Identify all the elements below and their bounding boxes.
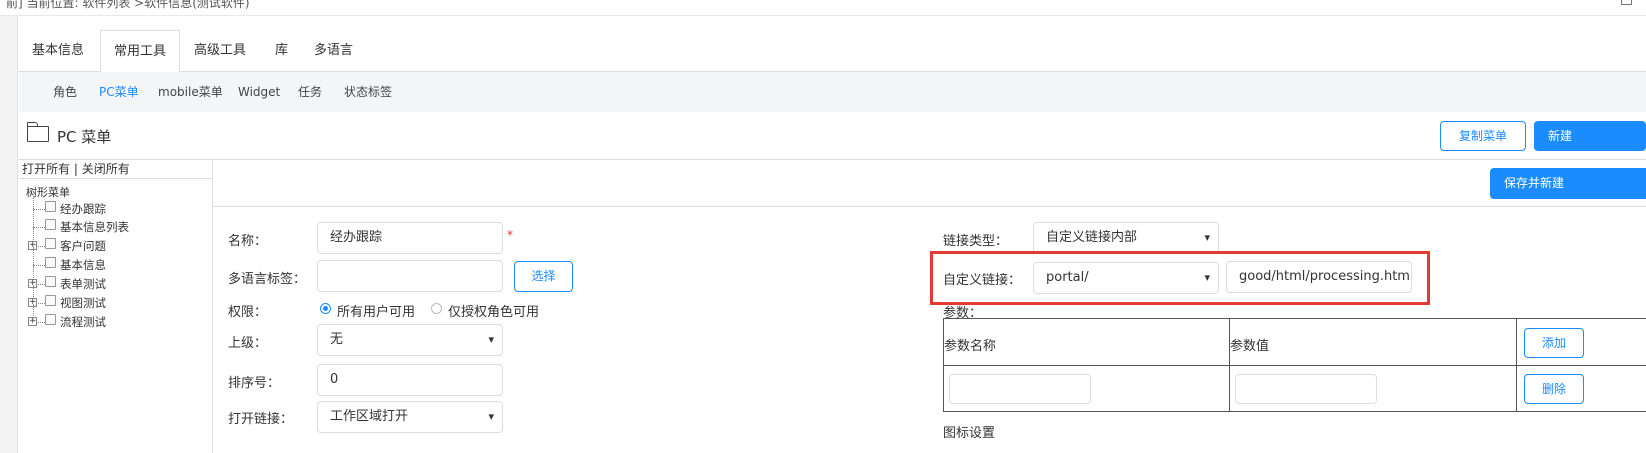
tree-item-label: 表单测试 — [60, 277, 106, 291]
tree-checkbox[interactable] — [45, 238, 56, 249]
tree-connector — [33, 191, 34, 209]
close-all-link[interactable]: 关闭所有 — [82, 162, 130, 176]
open-link-select[interactable]: 工作区域打开 — [317, 401, 503, 433]
tree-item-label: 流程测试 — [60, 315, 106, 329]
open-all-link[interactable]: 打开所有 — [22, 162, 70, 176]
tab-library[interactable]: 库 — [262, 30, 301, 72]
new-menu-button[interactable]: 新建 — [1534, 121, 1646, 151]
page-title: PC 菜单 — [57, 128, 112, 146]
tree-checkbox[interactable] — [45, 295, 56, 306]
parent-select[interactable]: 无 — [317, 324, 503, 356]
tab-basic-info[interactable]: 基本信息 — [19, 30, 97, 72]
save-and-new-button[interactable]: 保存并新建 — [1490, 168, 1646, 199]
radio-all-users-label[interactable]: 所有用户可用 — [337, 301, 415, 320]
tree-item[interactable]: 基本信息列表 — [19, 209, 212, 236]
subtab-widget[interactable]: Widget — [238, 72, 280, 112]
menu-form: 保存并新建 名称： 经办跟踪 * 多语言标签： 选择 权限： 所有用户可用 仅授… — [213, 160, 1646, 453]
param-name-header: 参数名称 — [944, 339, 997, 354]
tree-item[interactable]: 经办跟踪 — [19, 191, 212, 218]
left-gutter — [0, 16, 18, 453]
copy-menu-button[interactable]: 复制菜单 — [1440, 121, 1526, 151]
link-type-select[interactable]: 自定义链接内部 — [1033, 222, 1219, 254]
tree-item-label: 基本信息 — [60, 258, 106, 272]
order-label: 排序号： — [228, 376, 281, 391]
parent-label: 上级： — [228, 336, 268, 351]
tree-checkbox[interactable] — [45, 201, 56, 212]
params-table: 参数名称 参数值 添加 删除 — [943, 318, 1646, 412]
param-value-input[interactable] — [1235, 374, 1377, 404]
tree-item-label: 经办跟踪 — [60, 202, 106, 216]
subtab-tasks[interactable]: 任务 — [298, 72, 322, 112]
expand-icon[interactable]: + — [28, 317, 37, 326]
radio-authorized-roles[interactable] — [431, 303, 442, 314]
subtab-mobile-menu[interactable]: mobile菜单 — [158, 72, 223, 112]
delete-param-button[interactable]: 删除 — [1524, 374, 1584, 404]
page-header: PC 菜单 复制菜单 新建 — [19, 112, 1646, 160]
restore-icon[interactable] — [1621, 0, 1632, 5]
tab-multi-language[interactable]: 多语言 — [301, 30, 366, 72]
sub-tabs: 角色 PC菜单 mobile菜单 Widget 任务 状态标签 — [19, 72, 1646, 112]
folder-icon — [26, 122, 49, 142]
tree-checkbox[interactable] — [45, 219, 56, 230]
menu-tree-panel: 打开所有 | 关闭所有 树形菜单 经办跟踪 基本信息列表 + 客户问题 基本信息… — [19, 160, 213, 453]
i18n-input[interactable] — [317, 260, 503, 292]
name-input[interactable]: 经办跟踪 — [317, 222, 503, 254]
open-link-label: 打开链接： — [228, 412, 294, 427]
tree-item[interactable]: + 流程测试 — [19, 304, 212, 331]
tree-toolbar: 打开所有 | 关闭所有 — [19, 160, 212, 179]
tree-checkbox[interactable] — [45, 257, 56, 268]
tree-item-label: 客户问题 — [60, 239, 106, 253]
tree-connector — [33, 247, 34, 265]
main-tabs: 基本信息 常用工具 高级工具 库 多语言 — [19, 30, 1646, 73]
radio-authorized-roles-label[interactable]: 仅授权角色可用 — [448, 301, 539, 320]
subtab-status-labels[interactable]: 状态标签 — [344, 72, 392, 112]
required-mark: * — [507, 228, 513, 242]
tree-item-label: 视图测试 — [60, 296, 106, 310]
tree-item[interactable]: 基本信息 — [19, 247, 212, 274]
custom-link-prefix-select[interactable]: portal/ — [1033, 262, 1219, 294]
tab-advanced-tools[interactable]: 高级工具 — [181, 30, 259, 72]
tree-checkbox[interactable] — [45, 276, 56, 287]
custom-link-path-input[interactable]: good/html/processing.html — [1226, 261, 1412, 293]
order-input[interactable]: 0 — [317, 364, 503, 396]
table-divider — [944, 365, 1646, 366]
tree-item[interactable]: + 表单测试 — [19, 266, 212, 293]
tree-item[interactable]: + 客户问题 — [19, 228, 212, 255]
tab-common-tools[interactable]: 常用工具 — [100, 30, 181, 73]
add-param-button[interactable]: 添加 — [1524, 328, 1584, 358]
custom-link-label: 自定义链接： — [943, 273, 1022, 288]
param-value-header: 参数值 — [1230, 339, 1270, 354]
form-toolbar: 保存并新建 — [213, 160, 1646, 207]
radio-all-users[interactable] — [320, 303, 331, 314]
subtab-roles[interactable]: 角色 — [53, 72, 77, 112]
icon-settings-label: 图标设置 — [943, 426, 996, 441]
breadcrumb: 前] 当前位置: 软件列表 >软件信息(测试软件) — [6, 0, 250, 10]
subtab-pc-menu[interactable]: PC菜单 — [99, 72, 139, 112]
select-button[interactable]: 选择 — [514, 261, 573, 292]
tree-item-label: 基本信息列表 — [60, 220, 129, 234]
tree-item[interactable]: + 视图测试 — [19, 285, 212, 312]
link-type-label: 链接类型： — [943, 234, 1009, 249]
i18n-label: 多语言标签： — [228, 272, 307, 287]
tree-toolbar-separator: | — [70, 162, 82, 176]
tree-connector — [33, 209, 34, 227]
tree-checkbox[interactable] — [45, 314, 56, 325]
param-name-input[interactable] — [949, 374, 1091, 404]
name-label: 名称： — [228, 234, 268, 249]
permission-label: 权限： — [228, 305, 268, 320]
breadcrumb-bar: 前] 当前位置: 软件列表 >软件信息(测试软件) — [0, 0, 1646, 16]
